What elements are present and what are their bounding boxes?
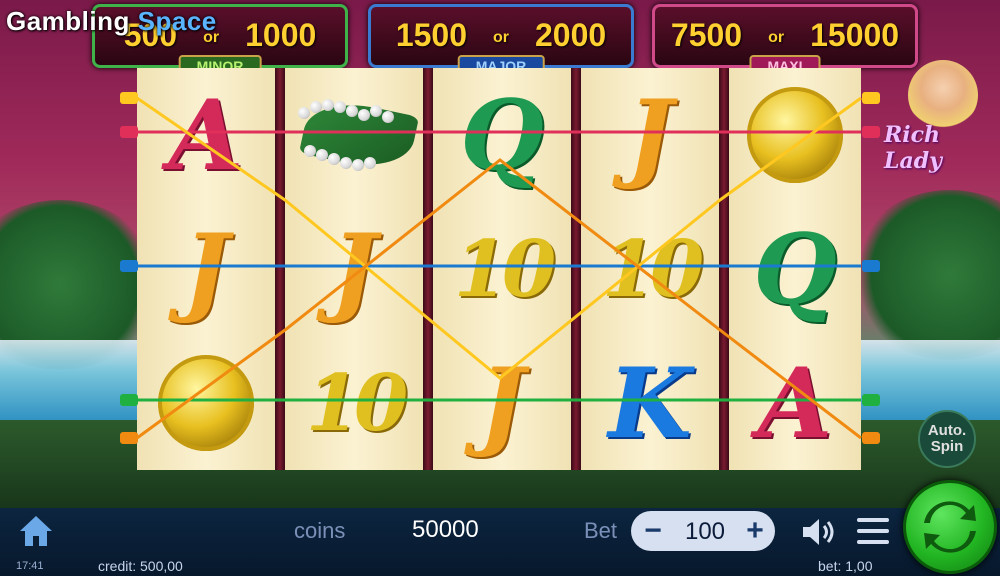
symbol-10: 10 [453, 223, 557, 315]
reels-area: A J J 10 Q 10 J J 10 K Q A [137, 68, 861, 470]
reel-separator [571, 68, 581, 470]
spin-icon [924, 501, 976, 553]
jackpot-maxi-low: 7500 [670, 17, 743, 53]
reel-3: Q 10 J [433, 68, 571, 470]
bet-stepper: − 100 + [631, 511, 775, 551]
medal-icon [158, 355, 254, 451]
jackpot-maxi-or: or [768, 28, 785, 46]
payline-marker-left [120, 126, 138, 138]
autospin-button[interactable]: Auto. Spin [918, 410, 976, 468]
symbol-medal [137, 336, 275, 470]
payline-marker-right [862, 260, 880, 272]
jackpot-maxi-high: 15000 [810, 17, 900, 53]
game-title: Rich Lady [884, 122, 942, 174]
symbol-Q: Q [753, 212, 837, 326]
rich-lady-portrait [908, 60, 978, 130]
home-icon [20, 516, 52, 546]
jackpot-major-low: 1500 [395, 17, 467, 53]
payline-marker-right [862, 394, 880, 406]
symbol-J: J [479, 346, 525, 460]
jackpot-major-values: 1500 or 2000 [371, 17, 631, 54]
coins-label: coins [294, 518, 346, 543]
payline-marker-right [862, 432, 880, 444]
bet-label: Bet [584, 518, 618, 543]
jackpot-maxi: 7500 or 15000 MAXI [652, 4, 918, 77]
bet-value: 100 [684, 518, 726, 545]
reel-1: A J [137, 68, 275, 470]
bet-display: bet: 1,00 [818, 558, 873, 574]
symbol-A: A [757, 346, 833, 460]
logo-word-2: Space [137, 6, 217, 36]
symbol-J: J [331, 212, 377, 326]
sound-icon [803, 519, 834, 545]
symbol-Q: Q [460, 78, 544, 192]
payline-marker-left [120, 432, 138, 444]
symbol-10: 10 [601, 223, 705, 315]
menu-button[interactable] [856, 516, 890, 546]
jackpot-major-or: or [493, 28, 509, 46]
clock: 17:41 [16, 560, 44, 572]
symbol-J: J [183, 212, 229, 326]
payline-marker-left [120, 260, 138, 272]
jackpot-minor-high: 1000 [245, 17, 317, 53]
jackpot-maxi-values: 7500 or 15000 [655, 17, 915, 54]
reel-separator [423, 68, 433, 470]
symbol-J: J [627, 78, 673, 192]
symbol-medal [729, 68, 861, 202]
payline-marker-right [862, 92, 880, 104]
payline-marker-left [120, 394, 138, 406]
bet-increase-button[interactable]: + [739, 515, 771, 547]
logo-word-1: Gambling [6, 6, 130, 36]
jackpot-major: 1500 or 2000 MAJOR [368, 4, 634, 77]
site-logo: Gambling Space [6, 6, 217, 37]
symbol-K: K [608, 346, 692, 460]
medal-icon [747, 87, 843, 183]
reel-5: Q A [729, 68, 861, 470]
sound-button[interactable] [800, 515, 840, 549]
jackpot-major-high: 2000 [535, 17, 607, 53]
payline-marker-right [862, 126, 880, 138]
spin-button[interactable] [903, 480, 997, 574]
symbol-A: A [168, 78, 244, 192]
credit-display: credit: 500,00 [98, 558, 183, 574]
pearls-icon [294, 85, 420, 185]
reel-2: J 10 [285, 68, 423, 470]
home-button[interactable] [18, 514, 54, 548]
symbol-pearls [285, 68, 423, 202]
bet-decrease-button[interactable]: − [637, 515, 669, 547]
reel-4: J 10 K [581, 68, 719, 470]
payline-marker-left [120, 92, 138, 104]
symbol-10: 10 [305, 357, 409, 449]
menu-icon [857, 518, 889, 544]
coins-value: 50000 [412, 516, 479, 543]
reel-separator [275, 68, 285, 470]
reel-separator [719, 68, 729, 470]
